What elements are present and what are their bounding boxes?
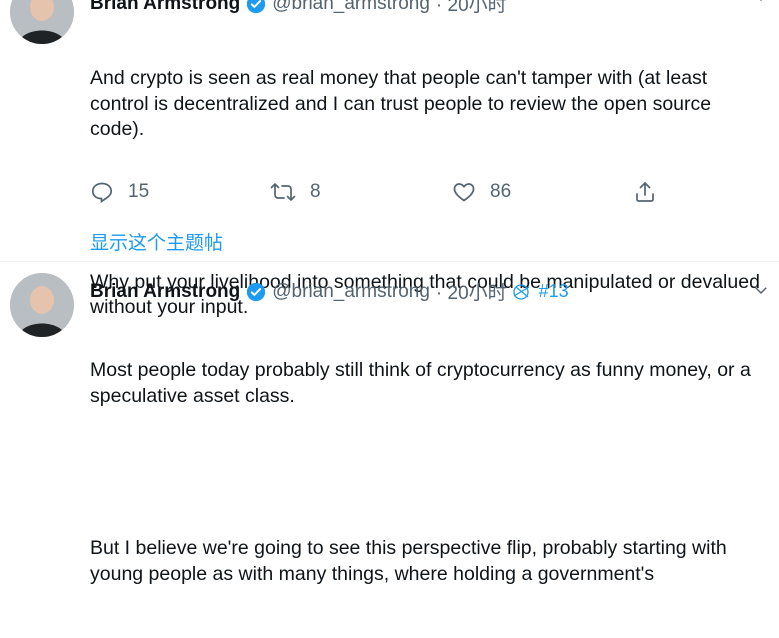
tweet-paragraph: And crypto is seen as real money that pe… — [90, 67, 717, 140]
tweet-paragraph: But I believe we're going to see this pe… — [90, 537, 733, 585]
avatar[interactable] — [10, 273, 74, 337]
tweet-paragraph: Most people today probably still think o… — [90, 359, 757, 407]
thread-line — [41, 339, 43, 431]
retweet-button[interactable]: 8 — [270, 180, 321, 204]
reply-button[interactable]: 15 — [90, 180, 149, 204]
author-name[interactable]: Brian Armstrong — [90, 0, 240, 15]
like-icon — [453, 183, 475, 202]
chevron-down-icon[interactable] — [752, 0, 770, 6]
author-handle[interactable]: @brian_armstrong — [272, 281, 430, 303]
tweet-time[interactable]: · 20小时 — [436, 278, 507, 305]
show-thread-link[interactable]: 显示这个主题帖 — [90, 228, 223, 255]
verified-badge-icon — [247, 282, 266, 301]
author-handle[interactable]: @brian_armstrong — [272, 0, 430, 15]
tweet-text: Most people today probably still think o… — [90, 307, 772, 638]
like-count: 86 — [490, 181, 512, 202]
share-icon — [636, 182, 654, 202]
retweet-icon — [270, 183, 296, 201]
tag-icon — [513, 283, 529, 300]
verified-badge-icon — [247, 0, 266, 13]
thread-tag[interactable]: #13 — [539, 281, 569, 302]
chevron-down-icon[interactable] — [752, 281, 770, 299]
like-button[interactable]: 86 — [452, 180, 511, 204]
retweet-count: 8 — [310, 181, 321, 202]
reply-count: 15 — [128, 181, 150, 202]
divider — [0, 261, 779, 262]
share-button[interactable] — [633, 180, 671, 204]
avatar[interactable] — [10, 0, 74, 44]
author-name[interactable]: Brian Armstrong — [90, 281, 240, 303]
reply-icon — [91, 182, 113, 204]
